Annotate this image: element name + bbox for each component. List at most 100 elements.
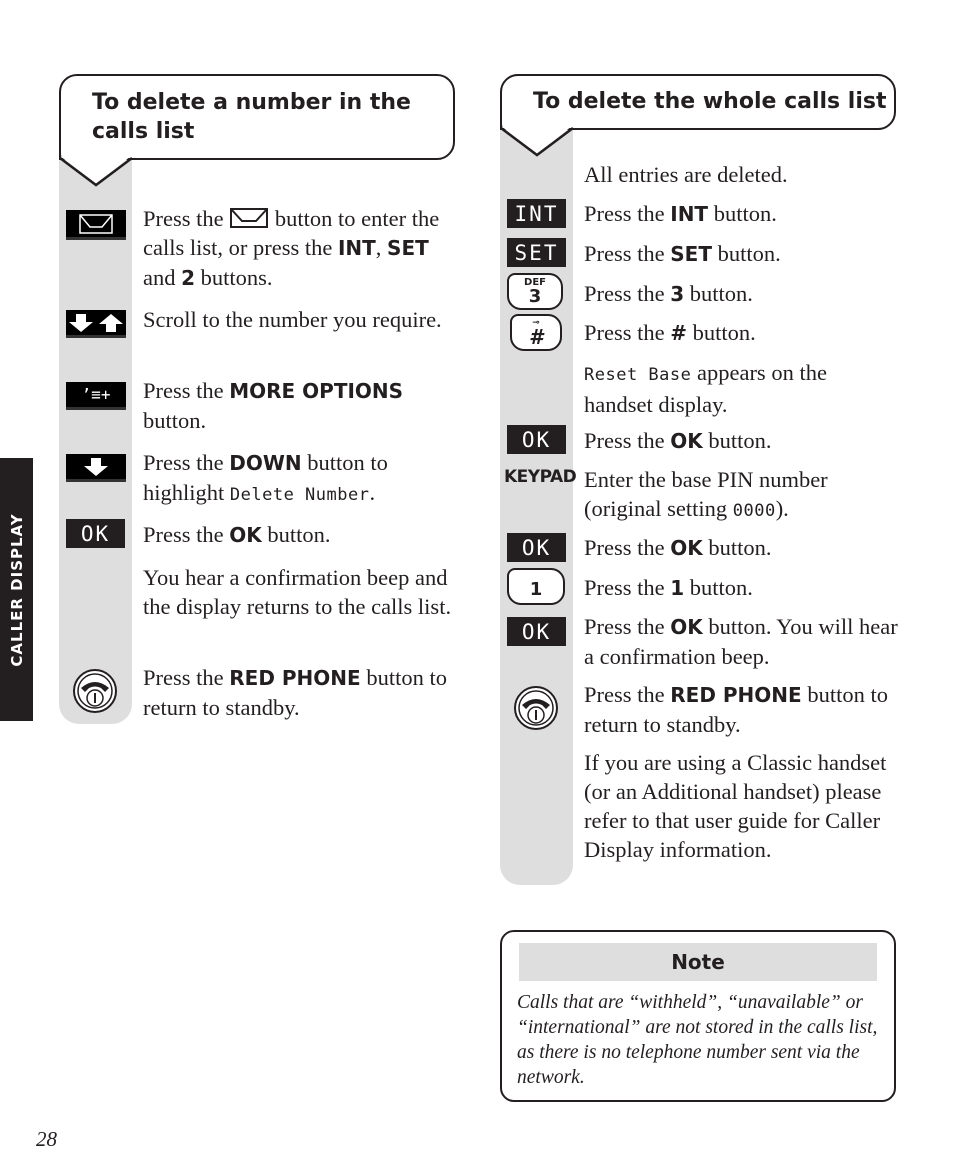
right-step-8: Enter the base PIN number (original sett… xyxy=(584,465,899,526)
int-key-icon: INT xyxy=(507,199,566,228)
right-step-13: If you are using a Classic handset (or a… xyxy=(584,750,887,862)
set-label: SET xyxy=(387,236,429,260)
three-label: 3 xyxy=(670,282,685,306)
lcd-text-pin: 0000 xyxy=(732,501,776,521)
right-step-6: Reset Base appears on the handset displa… xyxy=(584,358,899,419)
step-text: , xyxy=(375,235,388,260)
hash-key-icon: ⊸ # xyxy=(510,314,562,351)
two-label: 2 xyxy=(181,266,196,290)
note-box: Note Calls that are “withheld”, “unavail… xyxy=(500,930,896,1102)
left-step-6: You hear a confirmation beep and the dis… xyxy=(143,565,452,619)
up-arrow-icon xyxy=(99,313,123,332)
step-text: Enter the base PIN number (original sett… xyxy=(584,467,828,521)
step-text: button. xyxy=(684,575,753,600)
right-header-pointer xyxy=(500,125,574,157)
lcd-text-reset-base: Reset Base xyxy=(584,365,692,385)
left-step-7: Press the RED PHONE button to return to … xyxy=(143,663,458,722)
right-step-11: Press the OK button. You will hear a con… xyxy=(584,612,899,671)
step-text: button. xyxy=(143,408,207,433)
ok-key-label: OK xyxy=(521,619,552,644)
int-label: INT xyxy=(337,236,376,260)
left-step-4: Press the DOWN button to highlight Delet… xyxy=(143,448,458,510)
note-title: Note xyxy=(519,943,877,981)
step-text: Press the xyxy=(584,281,671,306)
page-number: 28 xyxy=(36,1127,57,1151)
step-text: . xyxy=(369,480,376,505)
left-header-pointer xyxy=(59,155,133,187)
right-section-title: To delete the whole calls list xyxy=(533,89,887,114)
keypad-label: KEYPAD xyxy=(504,467,577,487)
step-text: and xyxy=(143,265,182,290)
step-text: Press the xyxy=(584,428,671,453)
step-text: Press the xyxy=(143,378,230,403)
ok-label: OK xyxy=(670,429,703,453)
ok-key-icon: OK xyxy=(507,533,566,562)
ok-key-label: OK xyxy=(80,521,111,546)
step-text: button. xyxy=(708,201,777,226)
ok-key-icon: OK xyxy=(507,617,566,646)
set-key-label: SET xyxy=(514,240,559,265)
right-step-10: Press the 1 button. xyxy=(584,573,899,603)
right-step-9: Press the OK button. xyxy=(584,533,899,563)
more-options-icon: ’≡+ xyxy=(81,385,111,404)
note-body: Calls that are “withheld”, “unavailable”… xyxy=(517,992,878,1088)
step-text: button. xyxy=(684,281,753,306)
one-label: 1 xyxy=(670,576,685,600)
key-3-icon: DEF 3 xyxy=(507,273,563,310)
right-section-header: To delete the whole calls list xyxy=(500,74,896,130)
scroll-keys-icon xyxy=(66,310,126,338)
right-step-3: Press the SET button. xyxy=(584,239,899,269)
right-step-1: All entries are deleted. xyxy=(584,162,788,187)
down-arrow-icon xyxy=(84,457,108,476)
red-phone-label: RED PHONE xyxy=(670,683,802,707)
key-1-digit: 1 xyxy=(529,578,543,600)
step-text: buttons. xyxy=(195,265,273,290)
ok-label: OK xyxy=(670,536,703,560)
left-step-1: Press the button to enter the calls list… xyxy=(143,204,458,293)
hash-key-label: # xyxy=(529,324,543,349)
red-phone-icon xyxy=(73,669,117,713)
step-text: button. xyxy=(711,241,781,266)
left-step-3: Press the MORE OPTIONS button. xyxy=(143,376,458,435)
ok-key-label: OK xyxy=(521,535,552,560)
right-icon-rail xyxy=(500,120,573,885)
more-options-label: MORE OPTIONS xyxy=(229,379,404,403)
step-text: Press the xyxy=(584,682,671,707)
step-text: Press the xyxy=(584,614,671,639)
red-phone-icon xyxy=(514,686,558,730)
int-label: INT xyxy=(670,202,709,226)
step-text: Press the xyxy=(584,535,671,560)
right-step-7: Press the OK button. xyxy=(584,426,899,456)
step-text: button. xyxy=(687,320,756,345)
right-step-4: Press the 3 button. xyxy=(584,279,899,309)
set-key-icon: SET xyxy=(507,238,566,267)
right-step-5: Press the # button. xyxy=(584,318,899,348)
left-section-title: To delete a number in the calls list xyxy=(92,90,411,144)
right-step-2: Press the INT button. xyxy=(584,199,899,229)
section-tab-label: CALLER DISPLAY xyxy=(7,512,26,667)
step-text: Press the xyxy=(143,522,230,547)
key-3-digit: 3 xyxy=(528,285,542,307)
step-text: ). xyxy=(775,496,789,521)
envelope-inline-icon xyxy=(230,208,269,228)
envelope-icon xyxy=(79,213,113,234)
red-phone-label: RED PHONE xyxy=(229,666,361,690)
ok-label: OK xyxy=(670,615,703,639)
int-key-label: INT xyxy=(514,201,559,226)
step-text: button. xyxy=(702,428,772,453)
down-label: DOWN xyxy=(229,451,302,475)
step-text: Press the xyxy=(584,241,671,266)
hash-label: # xyxy=(670,321,688,345)
section-tab-caller-display: CALLER DISPLAY xyxy=(0,458,33,721)
right-step-12: Press the RED PHONE button to return to … xyxy=(584,680,899,739)
step-text: Press the xyxy=(143,665,230,690)
ok-key-icon: OK xyxy=(507,425,566,454)
set-label: SET xyxy=(670,242,712,266)
step-text: Press the xyxy=(143,206,230,231)
left-section-header: To delete a number in the calls list xyxy=(59,74,455,160)
step-text: button. xyxy=(702,535,772,560)
ok-key-icon: OK xyxy=(66,519,125,548)
ok-key-label: OK xyxy=(521,427,552,452)
step-text: Press the xyxy=(584,320,671,345)
step-text: Press the xyxy=(143,450,230,475)
